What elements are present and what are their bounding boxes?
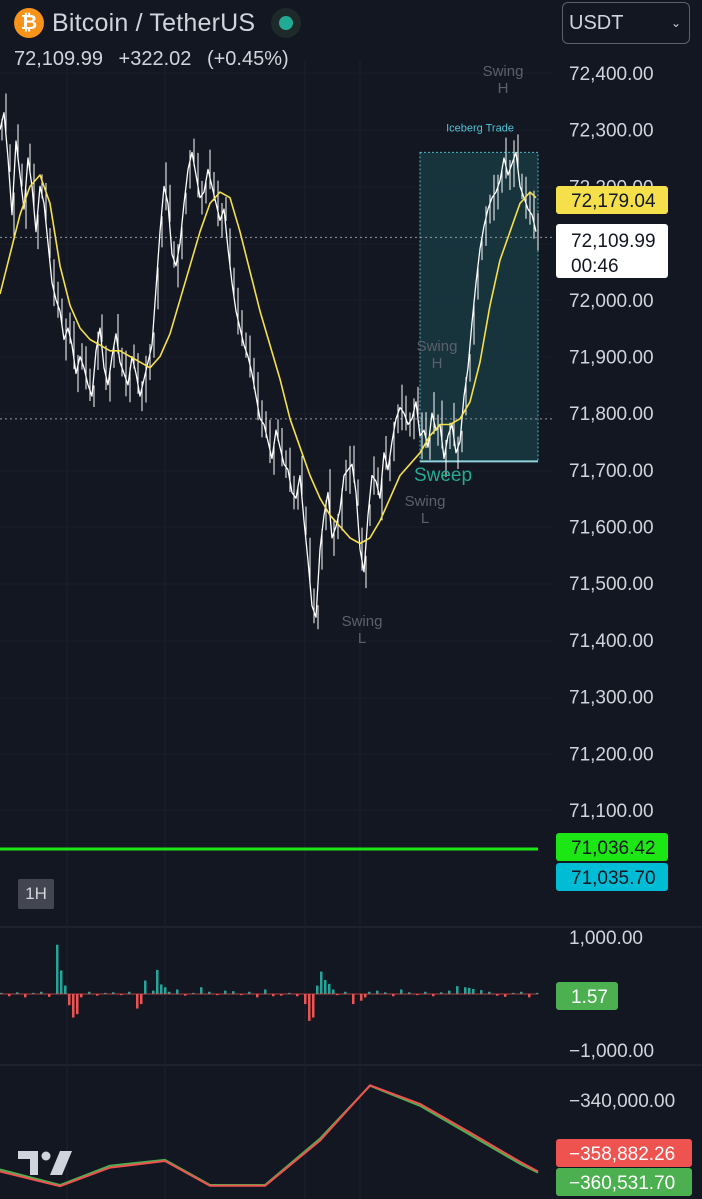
- histogram-bar: [456, 986, 459, 994]
- chart-annotation-sub: L: [421, 510, 429, 527]
- histogram-bar: [156, 969, 159, 994]
- histogram-bar: [76, 994, 79, 1015]
- last-price: 72,109.99: [14, 48, 103, 70]
- chart-annotation: Iceberg Trade: [446, 122, 514, 134]
- last-price-label-countdown: 00:46: [571, 256, 619, 277]
- y-axis-tick-label: 71,900.00: [569, 347, 654, 368]
- chart-annotation: Swing: [483, 63, 524, 80]
- histogram-bar: [176, 989, 179, 994]
- histogram-bar: [224, 990, 227, 994]
- ma-price-label: 72,179.04: [571, 191, 656, 212]
- histogram-bar: [468, 987, 471, 994]
- histogram-bar: [480, 990, 483, 994]
- y-axis-tick-label: 72,300.00: [569, 121, 654, 142]
- histogram-tick-label: −1,000.00: [569, 1041, 654, 1062]
- level-price-label: 71,036.42: [571, 838, 656, 859]
- histogram-bar: [64, 985, 67, 994]
- histogram-bar: [360, 994, 363, 1001]
- histogram-bar: [320, 971, 323, 994]
- histogram-bar: [264, 989, 267, 994]
- histogram-bar: [324, 980, 327, 994]
- histogram-bar: [376, 990, 379, 994]
- histogram-bar: [332, 989, 335, 994]
- level-price-label-secondary: 71,035.70: [571, 868, 656, 889]
- histogram-bar: [144, 980, 147, 994]
- market-open-icon: [271, 8, 302, 38]
- histogram-bar: [528, 994, 531, 998]
- histogram-bar: [160, 984, 163, 994]
- chevron-down-icon: ⌄: [670, 16, 681, 30]
- currency-value: USDT: [569, 11, 624, 34]
- price-change-pct: (+0.45%): [206, 48, 289, 70]
- chart-annotation-sub: H: [432, 355, 443, 372]
- symbol-header[interactable]: ₿ Bitcoin / TetherUS: [14, 6, 302, 40]
- chart-annotation: Swing: [405, 493, 446, 510]
- histogram-bar: [164, 987, 167, 994]
- histogram-bar: [72, 994, 75, 1018]
- chart-annotation-sub: H: [498, 80, 509, 97]
- histogram-bar: [352, 994, 355, 1005]
- y-axis-tick-label: 72,000.00: [569, 291, 654, 312]
- histogram-bar: [448, 990, 451, 994]
- y-axis-tick-label: 71,300.00: [569, 688, 654, 709]
- histogram-bar: [136, 994, 139, 1009]
- histogram-bar: [400, 989, 403, 994]
- y-axis-tick-label: 71,200.00: [569, 744, 654, 765]
- tradingview-logo-icon[interactable]: [18, 1148, 74, 1178]
- histogram-bar: [60, 970, 63, 994]
- histogram-bar: [56, 944, 59, 994]
- histogram-bar: [24, 994, 27, 998]
- histogram-bar: [304, 994, 307, 1005]
- histogram-bar: [472, 988, 475, 994]
- last-price-label: 72,109.99: [571, 231, 656, 252]
- symbol-title: Bitcoin / TetherUS: [52, 8, 256, 37]
- oscillator-label-green: −360,531.70: [569, 1173, 675, 1194]
- oscillator-label-red: −358,882.26: [569, 1144, 675, 1165]
- chart-canvas[interactable]: 72,400.0072,300.0072,200.0072,100.0072,0…: [0, 0, 702, 1199]
- y-axis-tick-label: 71,500.00: [569, 574, 654, 595]
- chart-annotation: Swing: [417, 338, 458, 355]
- histogram-bar: [312, 994, 315, 1018]
- histogram-bar: [80, 994, 83, 998]
- histogram-bar: [364, 994, 367, 998]
- currency-select[interactable]: USDT ⌄: [562, 2, 690, 44]
- price-change: +322.02: [118, 48, 192, 70]
- histogram-bar: [256, 994, 259, 998]
- histogram-tick-label: 1,000.00: [569, 928, 643, 949]
- timeframe-badge[interactable]: 1H: [18, 879, 54, 909]
- y-axis-tick-label: 71,100.00: [569, 801, 654, 822]
- histogram-bar: [140, 994, 143, 1005]
- histogram-bar: [328, 983, 331, 994]
- chart-annotation: Sweep: [414, 465, 472, 486]
- histogram-bar: [152, 990, 155, 994]
- histogram-bar: [68, 994, 71, 1006]
- chart-annotation: Swing: [342, 613, 383, 630]
- y-axis-tick-label: 71,800.00: [569, 404, 654, 425]
- histogram-value-label: 1.57: [571, 987, 608, 1008]
- y-axis-tick-label: 71,400.00: [569, 631, 654, 652]
- y-axis-tick-label: 72,400.00: [569, 64, 654, 85]
- histogram-bar: [316, 985, 319, 994]
- oscillator-tick-label: −340,000.00: [569, 1091, 675, 1112]
- histogram-bar: [464, 987, 467, 994]
- histogram-bar: [308, 994, 311, 1021]
- bitcoin-icon: ₿: [14, 8, 44, 38]
- y-axis-tick-label: 71,700.00: [569, 461, 654, 482]
- chart-annotation-sub: L: [358, 630, 366, 647]
- quote-line: 72,109.99 +322.02 (+0.45%): [14, 48, 299, 71]
- y-axis-tick-label: 71,600.00: [569, 518, 654, 539]
- histogram-bar: [200, 987, 203, 994]
